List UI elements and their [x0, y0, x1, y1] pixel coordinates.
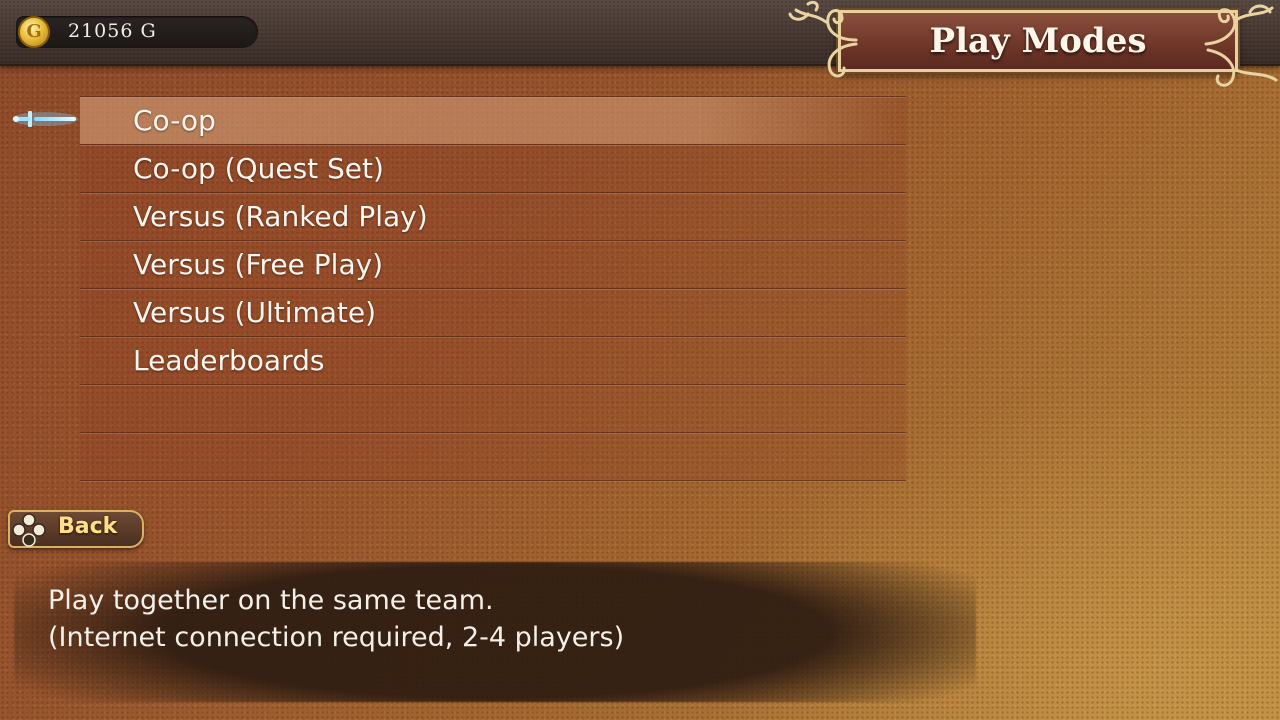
menu-divider [80, 480, 906, 481]
ornament-right-icon [1204, 4, 1278, 87]
menu-item-label: Versus (Ranked Play) [133, 200, 428, 233]
menu-item-leaderboards[interactable]: Leaderboards [80, 337, 906, 384]
page-title: Play Modes [929, 21, 1147, 61]
menu-divider [80, 432, 906, 433]
gold-coin-icon: G [18, 16, 50, 48]
menu-item-versus-ranked[interactable]: Versus (Ranked Play) [80, 193, 906, 240]
menu-item-label: Versus (Ultimate) [133, 296, 377, 329]
back-button-label: Back [58, 514, 118, 539]
menu-item-versus-free[interactable]: Versus (Free Play) [80, 241, 906, 288]
menu-item-coop[interactable]: Co-op [80, 97, 906, 144]
menu-divider [80, 384, 906, 385]
description-line-1: Play together on the same team. [48, 585, 494, 616]
dpad-button-icon [12, 513, 46, 547]
menu-item-label: Co-op (Quest Set) [133, 152, 384, 185]
gold-amount: 21056 G [68, 20, 157, 42]
mode-description: Play together on the same team. (Interne… [48, 582, 624, 656]
menu-item-coop-quest-set[interactable]: Co-op (Quest Set) [80, 145, 906, 192]
menu-item-label: Versus (Free Play) [133, 248, 384, 281]
menu-item-versus-ultimate[interactable]: Versus (Ultimate) [80, 289, 906, 336]
title-plate: Play Modes [838, 10, 1238, 72]
back-button[interactable]: Back [8, 510, 144, 548]
description-line-2: (Internet connection required, 2-4 playe… [48, 622, 625, 653]
ornament-left-icon [788, 0, 858, 78]
menu-item-label: Leaderboards [133, 344, 325, 377]
menu-item-label: Co-op [133, 104, 216, 137]
sword-cursor-icon [12, 111, 78, 127]
